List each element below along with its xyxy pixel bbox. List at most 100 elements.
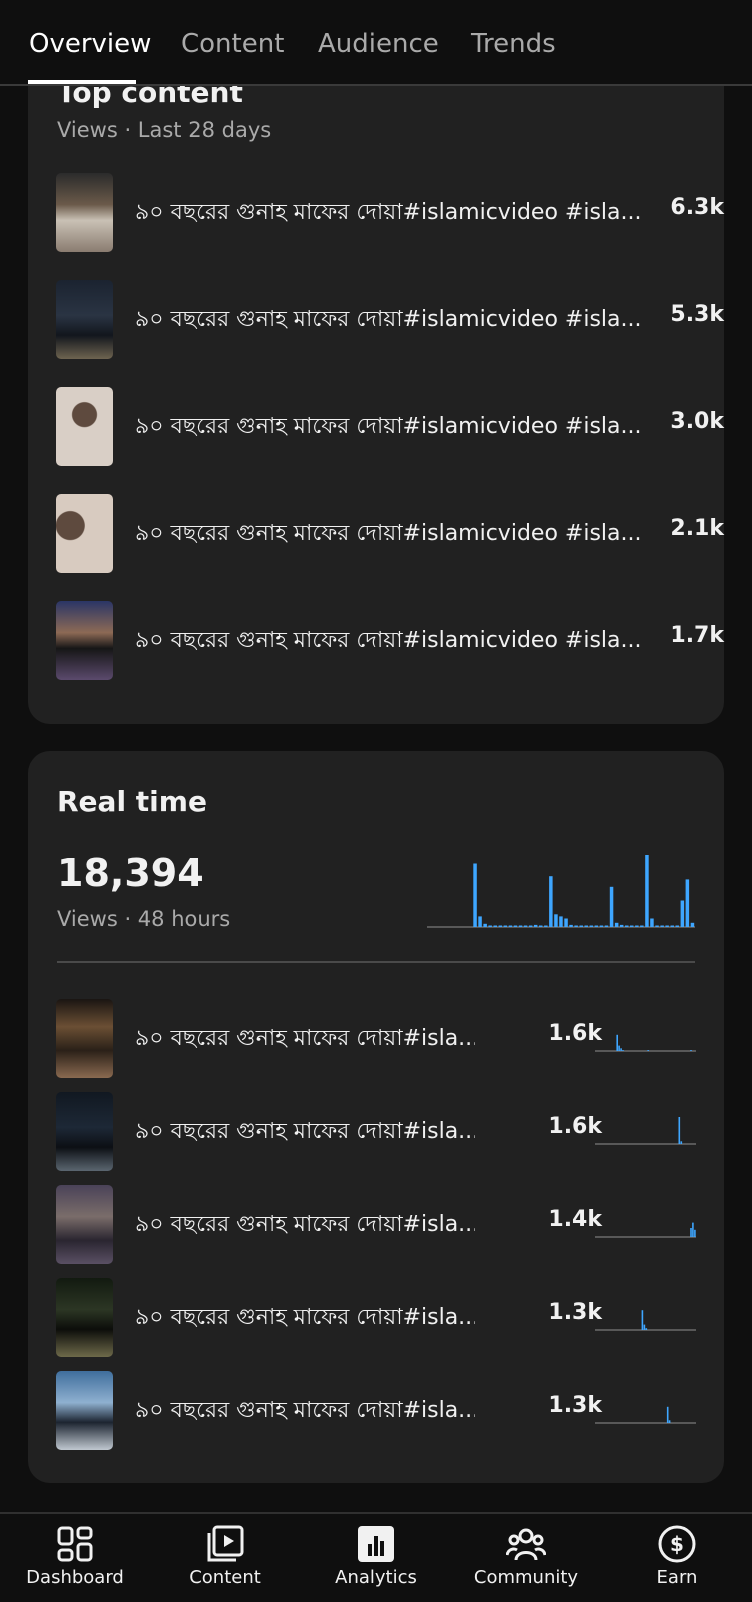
chart-bar: [554, 914, 558, 927]
chart-bar: [493, 925, 497, 927]
top-content-row[interactable]: ৯০ বছরের গুনাহ মাফের দোয়া#islamicvideo …: [28, 280, 724, 360]
sparkline-chart: [595, 1406, 696, 1424]
chart-bar: [594, 925, 599, 927]
video-title: ৯০ বছরের গুনাহ মাফের দোয়া#islamicvideo …: [135, 521, 642, 546]
tab-trends[interactable]: Trends: [471, 26, 556, 66]
video-thumbnail: [56, 1185, 113, 1264]
video-thumbnail: [56, 280, 113, 359]
dashboard-icon: [57, 1526, 93, 1562]
nav-label: Dashboard: [26, 1567, 124, 1588]
video-thumbnail: [56, 494, 113, 573]
chart-bar: [665, 925, 669, 927]
nav-community[interactable]: Community: [451, 1514, 601, 1602]
chart-bar: [645, 855, 649, 927]
video-views: 6.3k: [670, 195, 724, 220]
real-time-subtitle: Views · 48 hours: [57, 907, 231, 931]
sparkline-chart: [595, 1222, 696, 1238]
chart-bar: [635, 925, 639, 927]
video-thumbnail: [56, 1278, 113, 1357]
nav-label: Earn: [656, 1567, 698, 1588]
chart-bar: [559, 916, 563, 927]
sparkline-bar: [668, 1420, 671, 1423]
video-title: ৯০ বছরের গুনাহ মাফের দোয়া#isla...: [135, 1212, 475, 1237]
sparkline-bar: [647, 1050, 649, 1051]
real-time-row[interactable]: ৯০ বছরের গুনাহ মাফের দোয়া#isla... 1.4k: [28, 1185, 724, 1265]
video-thumbnail: [56, 601, 113, 680]
chart-bar: [579, 925, 583, 927]
real-time-row[interactable]: ৯০ বছরের গুনাহ মাফের দোয়া#isla... 1.3k: [28, 1371, 724, 1451]
real-time-row[interactable]: ৯০ বছরের গুনাহ মাফের দোয়া#isla... 1.6k: [28, 1092, 724, 1172]
video-thumbnail: [56, 1371, 113, 1450]
nav-dashboard[interactable]: Dashboard: [0, 1514, 150, 1602]
chart-bar: [670, 925, 674, 927]
top-tab-bar: Overview Content Audience Trends: [0, 0, 752, 86]
video-title: ৯০ বছরের গুনাহ মাফের দোয়া#isla...: [135, 1305, 475, 1330]
svg-text:$: $: [670, 1532, 684, 1556]
top-content-row[interactable]: ৯০ বছরের গুনাহ মাফের দোয়া#islamicvideo …: [28, 173, 724, 253]
sparkline-bar: [692, 1222, 694, 1237]
real-time-row[interactable]: ৯০ বছরের গুনাহ মাফের দোয়া#isla... 1.6k: [28, 999, 724, 1079]
chart-bar: [619, 924, 624, 927]
nav-content[interactable]: Content: [150, 1514, 300, 1602]
top-content-row[interactable]: ৯০ বছরের গুনাহ মাফের দোয়া#islamicvideo …: [28, 601, 724, 681]
video-title: ৯০ বছরের গুনাহ মাফের দোয়া#isla...: [135, 1119, 475, 1144]
top-content-row[interactable]: ৯০ বছরের গুনাহ মাফের দোয়া#islamicvideo …: [28, 387, 724, 467]
bottom-navigation: Dashboard Content Analytics Community $ …: [0, 1512, 752, 1602]
chart-bar: [508, 925, 513, 927]
tab-overview[interactable]: Overview: [29, 26, 151, 66]
video-thumbnail: [56, 173, 113, 252]
sparkline-bar: [616, 1034, 618, 1051]
chart-bar: [503, 925, 508, 927]
chart-bar: [473, 863, 477, 927]
chart-bar: [589, 925, 594, 927]
video-title: ৯০ বছরের গুনাহ মাফের দোয়া#islamicvideo …: [135, 200, 642, 225]
nav-earn[interactable]: $ Earn: [602, 1514, 752, 1602]
sparkline-bar: [680, 1141, 683, 1144]
top-content-subtitle: Views · Last 28 days: [57, 118, 272, 142]
community-icon: [506, 1528, 546, 1561]
top-content-row[interactable]: ৯০ বছরের গুনাহ মাফের দোয়া#islamicvideo …: [28, 494, 724, 574]
chart-bar: [655, 925, 659, 927]
chart-bar: [539, 925, 543, 927]
chart-bar: [690, 922, 695, 927]
chart-bar: [478, 916, 482, 927]
video-thumbnail: [56, 999, 113, 1078]
sparkline-bar: [622, 1050, 624, 1051]
chart-bar: [630, 925, 634, 927]
real-time-row[interactable]: ৯০ বছরের গুনাহ মাফের দোয়া#isla... 1.3k: [28, 1278, 724, 1358]
video-views: 3.0k: [670, 409, 724, 434]
sparkline-bar: [678, 1117, 681, 1144]
chart-bar: [544, 925, 548, 927]
chart-bar: [609, 886, 614, 927]
video-views: 2.1k: [670, 516, 724, 541]
video-views: 1.6k: [548, 1021, 602, 1046]
tab-content[interactable]: Content: [181, 26, 284, 66]
active-tab-indicator: [28, 80, 136, 84]
sparkline-bar: [645, 1328, 648, 1330]
video-views: 1.7k: [670, 623, 724, 648]
real-time-title: Real time: [57, 785, 207, 818]
chart-bar: [584, 925, 588, 927]
video-views: 1.6k: [548, 1114, 602, 1139]
sparkline-chart: [595, 1034, 696, 1052]
sparkline-bar: [694, 1229, 696, 1237]
chart-bar: [574, 925, 578, 927]
real-time-total-views: 18,394: [57, 851, 204, 895]
video-title: ৯০ বছরের গুনাহ মাফের দোয়া#islamicvideo …: [135, 414, 642, 439]
chart-bar: [685, 879, 690, 927]
sparkline-bar: [618, 1045, 620, 1051]
sparkline-bar: [620, 1048, 622, 1051]
nav-label: Analytics: [335, 1567, 417, 1588]
chart-bar: [660, 925, 664, 927]
section-divider: [57, 961, 695, 963]
real-time-card: Real time 18,394 Views · 48 hours ৯০ বছর…: [28, 751, 724, 1483]
video-title: ৯০ বছরের গুনাহ মাফের দোয়া#islamicvideo …: [135, 628, 642, 653]
top-content-card: Top content Views · Last 28 days ৯০ বছরে…: [28, 40, 724, 724]
tab-audience[interactable]: Audience: [318, 26, 439, 66]
sparkline-bar: [666, 1406, 669, 1423]
sparkline-chart: [595, 1117, 696, 1145]
video-views: 1.4k: [548, 1207, 602, 1232]
chart-bar: [680, 900, 685, 927]
nav-analytics[interactable]: Analytics: [301, 1514, 451, 1602]
video-title: ৯০ বছরের গুনাহ মাফের দোয়া#isla...: [135, 1026, 475, 1051]
